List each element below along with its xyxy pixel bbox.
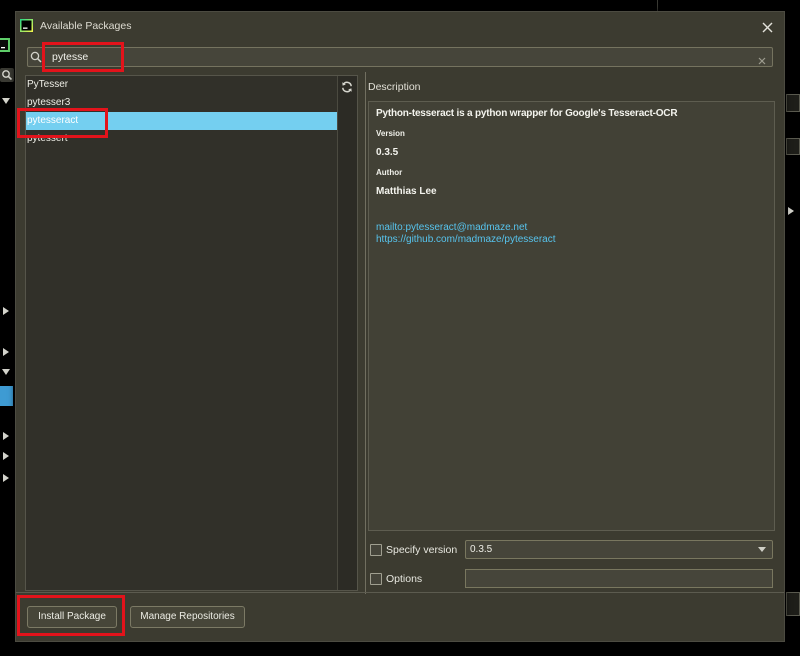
annotation-highlight-install-button: [17, 595, 125, 636]
annotation-highlight-package: [17, 108, 108, 138]
ide-search-icon[interactable]: [0, 68, 14, 82]
version-dropdown[interactable]: 0.3.5: [465, 540, 773, 559]
list-scrollbar[interactable]: [337, 76, 357, 590]
ide-right-expand-arrow-icon[interactable]: [788, 207, 794, 215]
description-box: Python-tesseract is a python wrapper for…: [368, 101, 775, 531]
description-label: Description: [368, 81, 421, 93]
ide-tree-collapse-arrow-icon[interactable]: [2, 369, 10, 375]
ide-right-button[interactable]: [786, 592, 800, 616]
specify-version-label: Specify version: [386, 544, 458, 556]
annotation-highlight-search: [42, 42, 124, 72]
ide-tree-selection: [0, 386, 13, 406]
pycharm-icon: [20, 19, 33, 32]
description-summary: Python-tesseract is a python wrapper for…: [376, 108, 678, 119]
ide-top-divider: [657, 0, 658, 11]
panel-splitter[interactable]: [365, 72, 366, 594]
dialog-title: Available Packages: [40, 20, 132, 32]
ide-tree-expand-arrow-icon[interactable]: [3, 348, 9, 356]
homepage-link[interactable]: https://github.com/madmaze/pytesseract: [376, 234, 556, 246]
options-input[interactable]: [466, 570, 772, 587]
version-dropdown-value: 0.3.5: [470, 544, 493, 555]
refresh-icon[interactable]: [341, 80, 353, 93]
chevron-down-icon: [758, 547, 766, 552]
ide-right-button[interactable]: [786, 94, 800, 112]
ide-tree-expand-arrow-icon[interactable]: [3, 432, 9, 440]
package-list-panel: PyTesser pytesser3 pytesseract pytessert: [25, 75, 358, 591]
email-link[interactable]: mailto:pytesseract@madmaze.net: [376, 222, 527, 234]
ide-app-icon: [0, 38, 10, 52]
package-details-panel: Description Python-tesseract is a python…: [367, 75, 782, 592]
ide-tree-expand-arrow-icon[interactable]: [3, 452, 9, 460]
close-icon[interactable]: [762, 20, 773, 33]
options-label: Options: [386, 573, 423, 585]
specify-version-checkbox[interactable]: [370, 544, 382, 556]
available-packages-dialog: Available Packages PyTesser pytesser3 py…: [15, 11, 785, 642]
version-value: 0.3.5: [376, 147, 399, 158]
author-value: Matthias Lee: [376, 186, 437, 197]
search-icon: [30, 50, 42, 63]
version-label: Version: [376, 129, 405, 138]
package-search-box[interactable]: [27, 47, 773, 67]
footer-divider: [16, 592, 784, 593]
ide-tree-expand-arrow-icon[interactable]: [3, 307, 9, 315]
author-label: Author: [376, 168, 403, 177]
search-input[interactable]: [50, 49, 740, 65]
ide-right-button[interactable]: [786, 138, 800, 155]
package-list-item[interactable]: PyTesser: [26, 76, 337, 94]
ide-tree-collapse-arrow-icon[interactable]: [2, 98, 10, 104]
options-field[interactable]: [465, 569, 773, 588]
options-checkbox[interactable]: [370, 573, 382, 585]
ide-tree-expand-arrow-icon[interactable]: [3, 474, 9, 482]
manage-repositories-button[interactable]: Manage Repositories: [130, 606, 245, 628]
clear-search-icon[interactable]: [758, 52, 766, 65]
